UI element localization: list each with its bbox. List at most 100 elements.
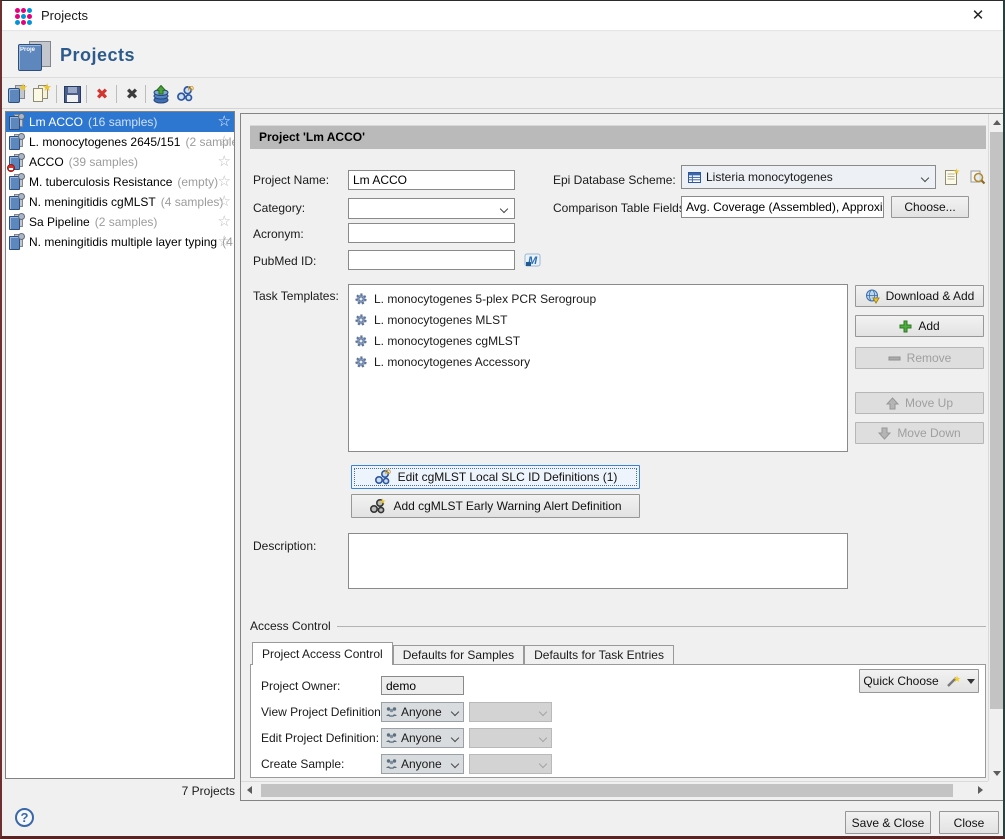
magic-wand-icon: ★ (945, 674, 961, 688)
vertical-scroll-thumb[interactable] (990, 132, 1004, 709)
horizontal-scrollbar[interactable] (241, 781, 988, 798)
globe-download-icon (865, 289, 880, 304)
close-button[interactable]: Close (939, 811, 999, 834)
save-and-close-button[interactable]: Save & Close (845, 811, 931, 834)
move-up-button[interactable]: Move Up (855, 392, 984, 414)
help-icon[interactable]: ? (15, 808, 34, 827)
task-template-name: L. monocytogenes Accessory (374, 355, 530, 369)
remove-button[interactable]: Remove (855, 347, 984, 369)
project-row-nmen-cgmlst[interactable]: N. meningitidis cgMLST (4 samples) (6, 192, 234, 212)
favorite-star-icon[interactable] (218, 132, 231, 152)
category-select[interactable] (348, 198, 515, 219)
pubmed-icon[interactable]: M (523, 249, 543, 271)
project-icon (9, 234, 24, 250)
project-row-lm-acco[interactable]: Lm ACCO (16 samples) (6, 112, 234, 132)
footer-bar: ? Save & Close Close (2, 801, 1003, 837)
pubmed-input[interactable] (348, 250, 515, 270)
slc-id-icon[interactable]: ID (174, 83, 196, 105)
task-template-name: L. monocytogenes cgMLST (374, 334, 520, 348)
page-title: Projects (60, 45, 135, 66)
horizontal-scroll-thumb[interactable] (261, 784, 953, 797)
project-icon-with-minus-badge (9, 154, 24, 170)
download-add-button[interactable]: Download & Add (855, 285, 984, 307)
project-name-label: Project Name: (253, 170, 329, 190)
vertical-scrollbar[interactable] (988, 114, 1004, 781)
description-label: Description: (253, 536, 316, 556)
task-template-item[interactable]: L. monocytogenes cgMLST (349, 330, 847, 351)
project-meta: (2 samples) (95, 215, 158, 229)
project-meta: (16 samples) (88, 115, 157, 129)
choose-fields-button[interactable]: Choose... (891, 196, 969, 218)
task-template-item[interactable]: L. monocytogenes Accessory (349, 351, 847, 372)
dialog-header: Proje Projects (2, 32, 1003, 78)
table-icon (688, 172, 701, 183)
task-templates-list[interactable]: L. monocytogenes 5-plex PCR Serogroup L.… (348, 284, 848, 452)
scroll-left-icon[interactable] (241, 782, 257, 798)
force-delete-icon[interactable]: ✖ (121, 83, 143, 105)
project-row-sa-pipeline[interactable]: Sa Pipeline (2 samples) (6, 212, 234, 232)
view-project-definition-select[interactable]: Anyone (381, 702, 464, 722)
save-icon[interactable] (61, 83, 83, 105)
create-sample-select[interactable]: Anyone (381, 754, 464, 774)
view-project-definition-secondary-select[interactable] (469, 702, 552, 722)
tab-project-access-control[interactable]: Project Access Control (252, 642, 393, 665)
quick-choose-button[interactable]: Quick Choose ★ (859, 669, 979, 693)
create-sample-secondary-select[interactable] (469, 754, 552, 774)
project-name-input[interactable] (348, 170, 515, 190)
favorite-star-icon[interactable] (218, 212, 231, 232)
access-tab-panel: Quick Choose ★ Project Owner: View Proje… (250, 664, 986, 778)
edit-project-definition-label: Edit Project Definition: (261, 728, 379, 748)
tab-defaults-for-samples[interactable]: Defaults for Samples (393, 645, 524, 665)
add-early-warning-alert-button[interactable]: ★ Add cgMLST Early Warning Alert Definit… (351, 494, 640, 518)
scroll-down-icon[interactable] (989, 765, 1005, 781)
project-row-mtb-resistance[interactable]: M. tuberculosis Resistance (empty) (6, 172, 234, 192)
task-template-name: L. monocytogenes 5-plex PCR Serogroup (374, 292, 596, 306)
favorite-star-icon[interactable] (218, 192, 231, 212)
select-value: Anyone (401, 731, 442, 745)
project-count-label: 7 Projects (5, 784, 235, 798)
copy-project-icon[interactable]: ★ (30, 83, 52, 105)
add-button[interactable]: Add (855, 315, 984, 337)
task-template-item[interactable]: L. monocytogenes 5-plex PCR Serogroup (349, 288, 847, 309)
view-scheme-magnifier-icon[interactable] (967, 166, 987, 188)
button-label: Move Down (897, 426, 960, 440)
project-row-lmono-2645[interactable]: L. monocytogenes 2645/151 (2 samples) (6, 132, 234, 152)
edit-project-definition-select[interactable]: Anyone (381, 728, 464, 748)
favorite-star-icon[interactable] (218, 232, 231, 252)
project-meta: (empty) (177, 175, 218, 189)
project-name: N. meningitidis cgMLST (29, 195, 156, 209)
task-template-name: L. monocytogenes MLST (374, 313, 507, 327)
database-upload-icon[interactable] (150, 83, 172, 105)
scroll-right-icon[interactable] (972, 782, 988, 798)
task-templates-label: Task Templates: (253, 286, 339, 306)
app-logo-icon (15, 8, 32, 25)
project-row-acco[interactable]: ACCO (39 samples) (6, 152, 234, 172)
epi-scheme-select[interactable]: Listeria monocytogenes (681, 165, 936, 189)
new-scheme-icon[interactable]: ★ (942, 166, 962, 188)
select-value: Anyone (401, 757, 442, 771)
svg-text:ID: ID (385, 470, 391, 476)
move-down-button[interactable]: Move Down (855, 422, 984, 444)
description-textarea[interactable] (348, 533, 848, 589)
epi-scheme-label: Epi Database Scheme: (553, 170, 676, 190)
gear-icon (354, 292, 368, 306)
comparison-fields-value: Avg. Coverage (Assembled), Approximate (681, 196, 884, 218)
favorite-star-icon[interactable] (218, 152, 231, 172)
favorite-star-icon[interactable] (218, 112, 231, 132)
acronym-input[interactable] (348, 223, 515, 243)
tab-defaults-for-task-entries[interactable]: Defaults for Task Entries (524, 645, 674, 665)
task-template-item[interactable]: L. monocytogenes MLST (349, 309, 847, 330)
favorite-star-icon[interactable] (218, 172, 231, 192)
close-window-icon[interactable]: ✕ (961, 1, 995, 30)
project-row-nmen-multilayer[interactable]: N. meningitidis multiple layer typing (4… (6, 232, 234, 252)
project-icon (9, 174, 24, 190)
edit-project-definition-secondary-select[interactable] (469, 728, 552, 748)
new-project-icon[interactable]: ★ (6, 83, 28, 105)
people-icon (385, 732, 398, 744)
button-label: Remove (907, 351, 952, 365)
project-name: Sa Pipeline (29, 215, 90, 229)
scroll-up-icon[interactable] (989, 114, 1005, 130)
delete-icon[interactable]: ✖ (91, 83, 113, 105)
edit-slc-definitions-button[interactable]: ID Edit cgMLST Local SLC ID Definitions … (351, 465, 640, 489)
svg-text:★: ★ (953, 168, 960, 176)
